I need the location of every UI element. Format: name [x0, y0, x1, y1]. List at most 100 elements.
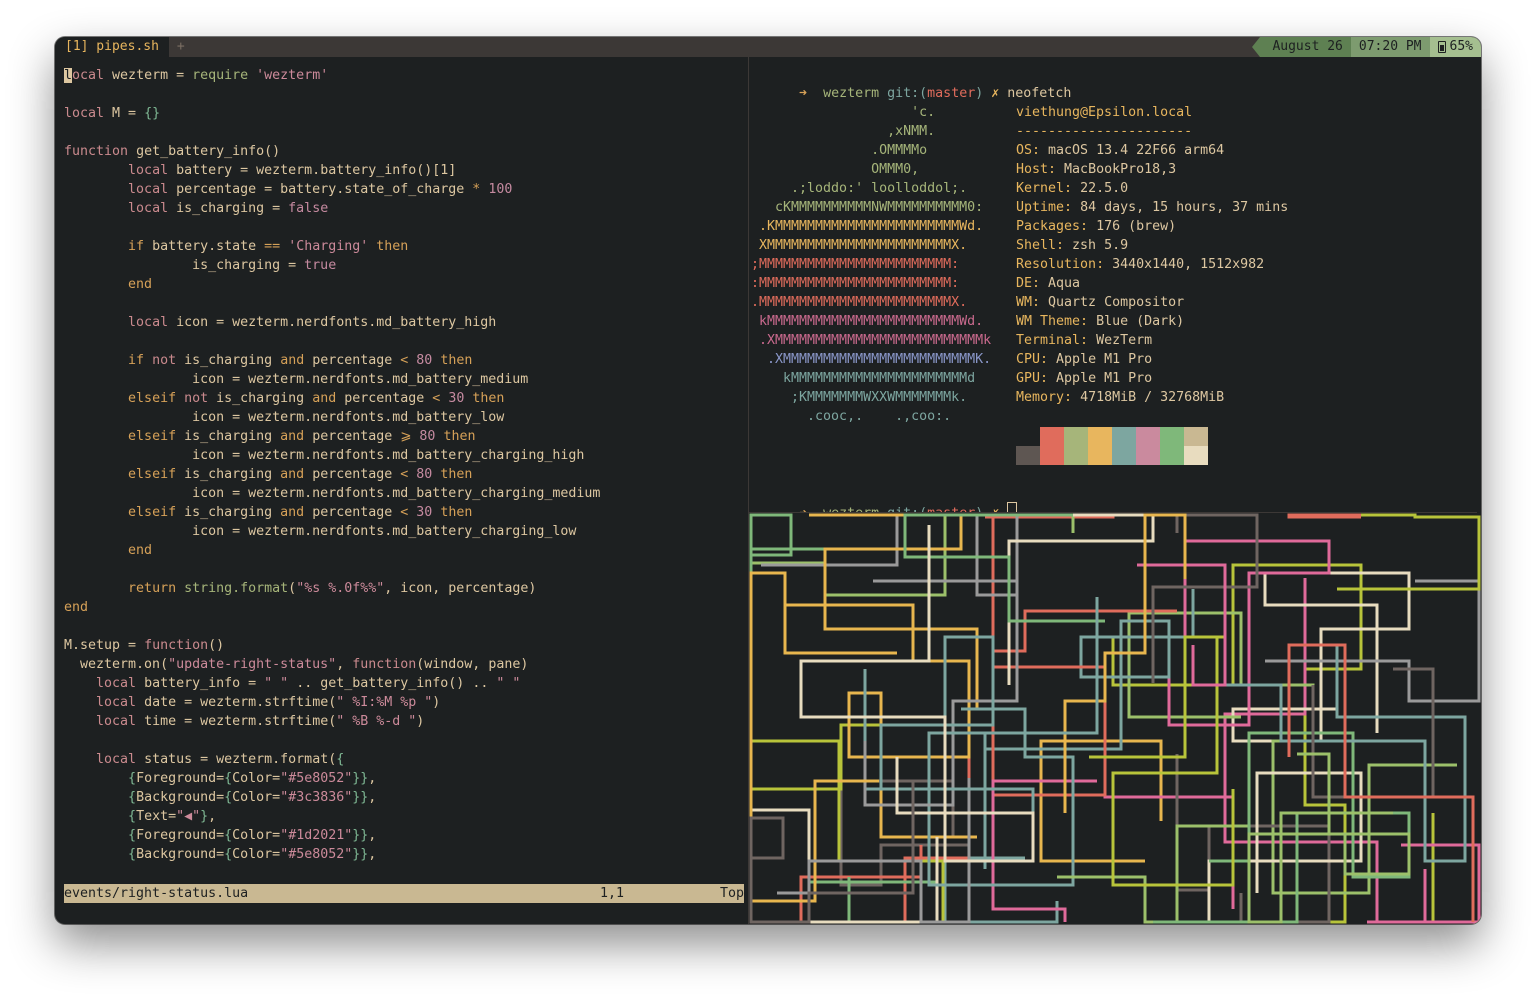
logo-line: .;loddo:' loolloddol;.	[751, 181, 968, 196]
code-token: M.setup =	[64, 638, 145, 653]
code-line[interactable]	[64, 294, 600, 313]
code-token: battery.state	[152, 239, 265, 254]
code-line[interactable]: icon = wezterm.nerdfonts.md_battery_low	[64, 408, 600, 427]
neofetch-divider: ----------------------	[1016, 124, 1193, 139]
info-row: CPU: Apple M1 Pro	[1016, 350, 1288, 369]
code-token: then	[376, 239, 409, 254]
code-line[interactable]	[64, 218, 600, 237]
code-line[interactable]	[64, 617, 600, 636]
code-line[interactable]: if not is_charging and percentage < 80 t…	[64, 351, 600, 370]
code-token: ,	[368, 847, 377, 862]
code-line[interactable]: {Foreground={Color="#1d2021"}},	[64, 826, 600, 845]
code-token: end	[128, 543, 153, 558]
pipe-segment	[1367, 843, 1481, 924]
prompt-line-2[interactable]: ➜ wezterm git:(master) ✗	[751, 483, 1018, 512]
pipe-segment	[1057, 824, 1289, 924]
tab-pipes[interactable]: [1] pipes.sh	[55, 37, 169, 57]
color-swatch	[1088, 446, 1112, 465]
code-line[interactable]	[64, 123, 600, 142]
code-line[interactable]: function get_battery_info()	[64, 142, 600, 161]
code-line[interactable]: local percentage = battery.state_of_char…	[64, 180, 600, 199]
code-line[interactable]: local is_charging = false	[64, 199, 600, 218]
code-line[interactable]: elseif is_charging and percentage ⩾ 80 t…	[64, 427, 600, 446]
code-line[interactable]	[64, 85, 600, 104]
code-line[interactable]	[64, 332, 600, 351]
code-token: is_charging	[216, 391, 313, 406]
code-line[interactable]: local date = wezterm.strftime(" %I:%M %p…	[64, 693, 600, 712]
code-line[interactable]: local battery_info = " " .. get_battery_…	[64, 674, 600, 693]
code-line[interactable]: icon = wezterm.nerdfonts.md_battery_char…	[64, 522, 600, 541]
code-token: elseif	[128, 391, 185, 406]
pipes-pane[interactable]	[749, 513, 1481, 924]
info-colon: :	[1040, 371, 1057, 386]
code-token: percentage	[344, 391, 433, 406]
code-line[interactable]: local battery = wezterm.battery_info()[1…	[64, 161, 600, 180]
color-swatch	[1136, 446, 1160, 465]
code-line[interactable]: icon = wezterm.nerdfonts.md_battery_char…	[64, 446, 600, 465]
info-colon: :	[1048, 162, 1065, 177]
code-line[interactable]: {Foreground={Color="#5e8052"}},	[64, 769, 600, 788]
code-line[interactable]: local time = wezterm.strftime(" %B %-d "…	[64, 712, 600, 731]
code-line[interactable]: local wezterm = require 'wezterm'	[64, 66, 600, 85]
code-token: status = wezterm.format(	[144, 752, 337, 767]
pipe-segment	[943, 856, 1059, 924]
code-token: , icon, percentage)	[384, 581, 537, 596]
color-swatch	[1040, 446, 1064, 465]
code-line[interactable]: icon = wezterm.nerdfonts.md_battery_char…	[64, 484, 600, 503]
code-token: elseif	[128, 467, 185, 482]
info-row: WM Theme: Blue (Dark)	[1016, 312, 1288, 331]
logo-line: ;KMMMMMMMWXXWMMMMMMMk.	[751, 390, 968, 405]
code-line[interactable]: if battery.state == 'Charging' then	[64, 237, 600, 256]
code-token: }}	[352, 828, 369, 843]
code-token: Foreground=	[136, 828, 225, 843]
code-line[interactable]: return string.format("%s %.0f%%", icon, …	[64, 579, 600, 598]
pipe-segment	[1287, 643, 1475, 922]
code-token: " %B %-d "	[336, 714, 417, 729]
pipe-segment	[1039, 739, 1163, 863]
info-key: CPU	[1016, 352, 1041, 367]
code-line[interactable]: elseif is_charging and percentage < 80 t…	[64, 465, 600, 484]
code-line[interactable]: {Background={Color="#5e8052"}},	[64, 845, 600, 864]
logo-line: .cooc,. .,coo:.	[751, 409, 952, 424]
neofetch-user: viethung@Epsilon.local	[1016, 105, 1193, 120]
new-tab-button[interactable]: +	[169, 37, 193, 57]
code-line[interactable]: M.setup = function()	[64, 636, 600, 655]
code-line[interactable]: elseif not is_charging and percentage < …	[64, 389, 600, 408]
editor-cursor: l	[64, 68, 73, 83]
editor-pane[interactable]: local wezterm = require 'wezterm' local …	[55, 57, 748, 924]
code-line[interactable]: is_charging = true	[64, 256, 600, 275]
code-token: ,	[368, 771, 377, 786]
code-token: {	[224, 790, 233, 805]
code-line[interactable]: elseif is_charging and percentage < 30 t…	[64, 503, 600, 522]
info-colon: :	[1064, 390, 1081, 405]
code-line[interactable]	[64, 560, 600, 579]
info-row: Packages: 176 (brew)	[1016, 217, 1288, 236]
statusline-scroll: Top	[719, 886, 744, 901]
code-line[interactable]: icon = wezterm.nerdfonts.md_battery_medi…	[64, 370, 600, 389]
code-line[interactable]: end	[64, 541, 600, 560]
code-line[interactable]: end	[64, 598, 600, 617]
code-buffer[interactable]: local wezterm = require 'wezterm' local …	[64, 66, 600, 864]
code-line[interactable]: wezterm.on("update-right-status", functi…	[64, 655, 600, 674]
code-line[interactable]: local M = {}	[64, 104, 600, 123]
code-token: "#1d2021"	[280, 828, 353, 843]
logo-line: kMMMMMMMMMMMMMMMMMMMMMMd	[751, 371, 976, 386]
color-palette	[1016, 427, 1208, 465]
code-line[interactable]: end	[64, 275, 600, 294]
color-swatch	[1184, 446, 1208, 465]
code-line[interactable]: {Background={Color="#3c3836"}},	[64, 788, 600, 807]
code-token: ,	[368, 790, 377, 805]
color-swatch	[1016, 427, 1040, 446]
code-line[interactable]: local status = wezterm.format({	[64, 750, 600, 769]
code-token: icon = wezterm.nerdfonts.md_battery_low	[64, 410, 505, 425]
code-line[interactable]	[64, 731, 600, 750]
neofetch-pane[interactable]: ➜ wezterm git:(master) ✗ neofetch 'c. ,x…	[749, 57, 1481, 512]
code-token: <	[432, 391, 449, 406]
code-line[interactable]: {Text="◀"},	[64, 807, 600, 826]
code-token: local	[128, 201, 177, 216]
code-line[interactable]: local icon = wezterm.nerdfonts.md_batter…	[64, 313, 600, 332]
color-swatch	[1040, 427, 1064, 446]
